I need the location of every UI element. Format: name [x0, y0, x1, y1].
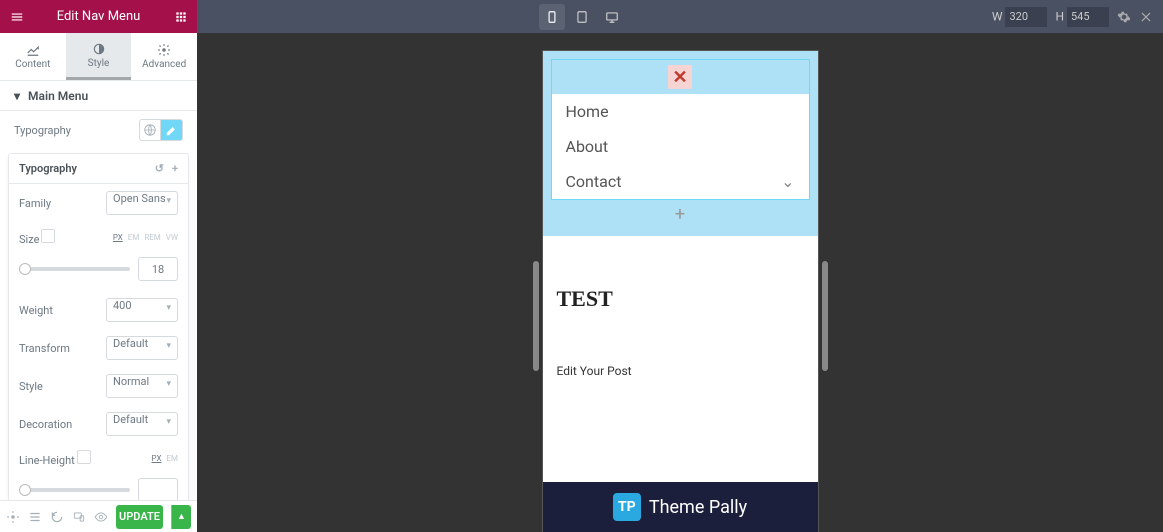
- tab-content[interactable]: Content: [0, 33, 66, 80]
- tab-advanced-label: Advanced: [142, 59, 186, 70]
- responsive-toggle-lh[interactable]: [77, 450, 91, 464]
- brand-name: Theme Pally: [649, 497, 747, 518]
- unit-em[interactable]: EM: [128, 233, 140, 242]
- typography-label: Typography: [14, 124, 139, 137]
- lh-unit-px[interactable]: PX: [152, 454, 162, 463]
- device-tablet[interactable]: [569, 4, 595, 30]
- height-input[interactable]: [1067, 7, 1109, 27]
- unit-rem[interactable]: REM: [144, 233, 160, 242]
- width-label: W: [992, 9, 1003, 23]
- lineheight-slider[interactable]: [19, 488, 130, 492]
- weight-select[interactable]: 400: [106, 298, 178, 322]
- menu-item-about[interactable]: About: [552, 129, 809, 164]
- menu-item-contact[interactable]: Contact ⌄: [552, 164, 809, 199]
- globe-icon[interactable]: [139, 119, 161, 141]
- tab-style-label: Style: [88, 58, 110, 69]
- brand-logo: TP: [613, 493, 641, 521]
- lineheight-input[interactable]: [138, 478, 178, 502]
- preview-icon[interactable]: [94, 510, 108, 524]
- scroll-indicator: [533, 261, 539, 371]
- menu-item-label: Contact: [566, 172, 622, 191]
- close-icon[interactable]: [1139, 10, 1153, 24]
- typography-popover: Typography ↺ + FamilyOpen Sans Size PX EM REM…: [8, 153, 189, 513]
- family-select[interactable]: Open Sans: [106, 191, 178, 215]
- menu-hamburger[interactable]: [0, 10, 33, 24]
- tab-style[interactable]: Style: [66, 33, 132, 80]
- navigator-icon[interactable]: [28, 510, 42, 524]
- tab-advanced[interactable]: Advanced: [131, 33, 197, 80]
- menu-item-home[interactable]: Home: [552, 94, 809, 129]
- device-desktop[interactable]: [599, 4, 625, 30]
- chevron-down-icon: ⌄: [781, 172, 794, 191]
- reset-icon[interactable]: ↺: [155, 162, 164, 175]
- history-icon[interactable]: [50, 510, 64, 524]
- update-options-button[interactable]: ▲: [171, 505, 191, 529]
- responsive-toggle[interactable]: [41, 229, 55, 243]
- unit-vw[interactable]: VW: [166, 233, 178, 242]
- decoration-label: Decoration: [19, 418, 106, 431]
- lineheight-label: Line-Height: [19, 454, 75, 467]
- section-main-menu[interactable]: ▾ Main Menu: [0, 81, 197, 111]
- tab-content-label: Content: [15, 59, 50, 70]
- transform-select[interactable]: Default: [106, 336, 178, 360]
- family-label: Family: [19, 197, 106, 210]
- width-input[interactable]: [1005, 7, 1047, 27]
- section-label: Main Menu: [28, 89, 88, 103]
- add-icon[interactable]: +: [172, 162, 178, 175]
- edit-typography-icon[interactable]: [161, 119, 183, 141]
- size-label: Size: [19, 233, 39, 246]
- size-slider[interactable]: [19, 267, 130, 271]
- popover-title: Typography: [19, 162, 77, 175]
- scroll-indicator: [822, 261, 828, 371]
- edit-post-link[interactable]: Edit Your Post: [557, 364, 804, 378]
- size-input[interactable]: [138, 257, 178, 281]
- update-button[interactable]: UPDATE: [116, 505, 163, 529]
- unit-px[interactable]: PX: [113, 233, 123, 242]
- panel-title: Edit Nav Menu: [33, 9, 164, 24]
- mobile-preview: ✕ Home About Contact ⌄ + TEST Edit Your P…: [543, 51, 818, 532]
- decoration-select[interactable]: Default: [106, 412, 178, 436]
- footer-settings-icon[interactable]: [6, 510, 20, 524]
- footer-widget: TP Theme Pally: [543, 482, 818, 532]
- menu-close-button[interactable]: ✕: [668, 65, 692, 89]
- height-label: H: [1055, 9, 1064, 23]
- apps-icon[interactable]: [164, 10, 197, 24]
- weight-label: Weight: [19, 304, 106, 317]
- page-heading: TEST: [557, 286, 804, 312]
- style-label: Style: [19, 380, 106, 393]
- responsive-icon[interactable]: [72, 510, 86, 524]
- style-select[interactable]: Normal: [106, 374, 178, 398]
- add-section-button[interactable]: +: [551, 200, 810, 228]
- lh-unit-em[interactable]: EM: [166, 454, 178, 463]
- caret-down-icon: ▾: [14, 89, 20, 103]
- device-mobile[interactable]: [539, 4, 565, 30]
- settings-icon[interactable]: [1117, 10, 1131, 24]
- transform-label: Transform: [19, 342, 106, 355]
